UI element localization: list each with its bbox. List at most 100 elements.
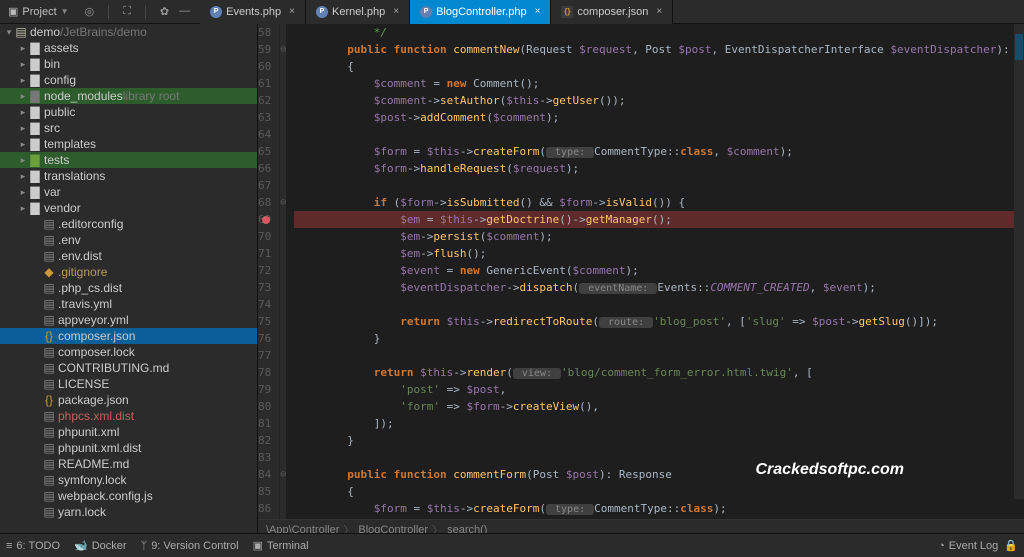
- tree-item--php_cs-dist[interactable]: ▤.php_cs.dist: [0, 280, 257, 296]
- code-line-71[interactable]: $em->flush();: [294, 245, 1024, 262]
- code-line-61[interactable]: $comment = new Comment();: [294, 75, 1024, 92]
- code-line-63[interactable]: $post->addComment($comment);: [294, 109, 1024, 126]
- tree-item-label: .env: [58, 232, 81, 248]
- vcs-toolwindow[interactable]: ᛘ9: Version Control: [141, 540, 239, 552]
- docker-toolwindow[interactable]: 🐋Docker: [74, 539, 127, 552]
- tree-item--editorconfig[interactable]: ▤.editorconfig: [0, 216, 257, 232]
- code-line-70[interactable]: $em->persist($comment);: [294, 228, 1024, 245]
- tree-item--travis-yml[interactable]: ▤.travis.yml: [0, 296, 257, 312]
- tab-kernel-php[interactable]: PKernel.php×: [306, 0, 410, 24]
- expand-arrow-icon[interactable]: ▸: [18, 40, 28, 56]
- expand-arrow-icon[interactable]: ▸: [18, 136, 28, 152]
- close-icon[interactable]: ×: [656, 6, 662, 17]
- expand-arrow-icon[interactable]: ▸: [18, 88, 28, 104]
- code-line-72[interactable]: $event = new GenericEvent($comment);: [294, 262, 1024, 279]
- code-line-68[interactable]: if ($form->isSubmitted() && $form->isVal…: [294, 194, 1024, 211]
- minimize-icon[interactable]: —: [179, 5, 190, 19]
- collapse-icon[interactable]: ⛶: [123, 5, 131, 19]
- code-area: 5859606162636465666768697071727374757677…: [258, 24, 1024, 519]
- tree-item--env[interactable]: ▤.env: [0, 232, 257, 248]
- tree-item-phpunit-xml[interactable]: ▤phpunit.xml: [0, 424, 257, 440]
- code-line-74[interactable]: [294, 296, 1024, 313]
- gear-icon[interactable]: ✿: [160, 5, 169, 19]
- tree-item-webpack-config-js[interactable]: ▤webpack.config.js: [0, 488, 257, 504]
- close-icon[interactable]: ×: [289, 6, 295, 17]
- tree-item-symfony-lock[interactable]: ▤symfony.lock: [0, 472, 257, 488]
- code-line-58[interactable]: */: [294, 24, 1024, 41]
- code-line-87[interactable]: [294, 517, 1024, 519]
- expand-arrow-icon[interactable]: ▸: [18, 56, 28, 72]
- code-line-84[interactable]: public function commentForm(Post $post):…: [294, 466, 1024, 483]
- tree-item-composer-lock[interactable]: ▤composer.lock: [0, 344, 257, 360]
- expand-arrow-icon[interactable]: ▸: [18, 152, 28, 168]
- code-line-66[interactable]: $form->handleRequest($request);: [294, 160, 1024, 177]
- code-line-69[interactable]: $em = $this->getDoctrine()->getManager()…: [294, 211, 1024, 228]
- tree-item-bin[interactable]: ▸▇bin: [0, 56, 257, 72]
- code-line-59[interactable]: public function commentNew(Request $requ…: [294, 41, 1024, 58]
- tree-item-demo[interactable]: ▾▤demo /JetBrains/demo: [0, 24, 257, 40]
- tree-item-appveyor-yml[interactable]: ▤appveyor.yml: [0, 312, 257, 328]
- code-line-64[interactable]: [294, 126, 1024, 143]
- event-log[interactable]: ◔Event Log: [938, 540, 998, 552]
- tree-item-vendor[interactable]: ▸▇vendor: [0, 200, 257, 216]
- code-line-73[interactable]: $eventDispatcher->dispatch( eventName: E…: [294, 279, 1024, 296]
- breakpoint-icon[interactable]: [262, 216, 270, 224]
- expand-arrow-icon[interactable]: ▾: [4, 24, 14, 40]
- tree-item-node_modules[interactable]: ▸▇node_modules library root: [0, 88, 257, 104]
- tree-item-config[interactable]: ▸▇config: [0, 72, 257, 88]
- tab-blogcontroller-php[interactable]: PBlogController.php×: [410, 0, 551, 24]
- code-line-77[interactable]: [294, 347, 1024, 364]
- branch-icon: ᛘ: [141, 540, 148, 552]
- line-gutter[interactable]: 5859606162636465666768697071727374757677…: [258, 24, 280, 519]
- tree-item-package-json[interactable]: {}package.json: [0, 392, 257, 408]
- terminal-toolwindow[interactable]: ▣Terminal: [253, 539, 309, 552]
- code-line-79[interactable]: 'post' => $post,: [294, 381, 1024, 398]
- tree-item-contributing-md[interactable]: ▤CONTRIBUTING.md: [0, 360, 257, 376]
- tree-item-composer-json[interactable]: {}composer.json: [0, 328, 257, 344]
- close-icon[interactable]: ×: [393, 6, 399, 17]
- tree-item-templates[interactable]: ▸▇templates: [0, 136, 257, 152]
- tree-item-yarn-lock[interactable]: ▤yarn.lock: [0, 504, 257, 520]
- lock-icon[interactable]: 🔒: [1004, 539, 1018, 552]
- code-line-83[interactable]: [294, 449, 1024, 466]
- code-line-86[interactable]: $form = $this->createForm( type: Comment…: [294, 500, 1024, 517]
- close-icon[interactable]: ×: [535, 6, 541, 17]
- expand-arrow-icon[interactable]: ▸: [18, 184, 28, 200]
- tree-item--gitignore[interactable]: ◆.gitignore: [0, 264, 257, 280]
- code-line-78[interactable]: return $this->render( view: 'blog/commen…: [294, 364, 1024, 381]
- code-line-81[interactable]: ]);: [294, 415, 1024, 432]
- tab-composer-json[interactable]: {}composer.json×: [551, 0, 673, 24]
- code-line-62[interactable]: $comment->setAuthor($this->getUser());: [294, 92, 1024, 109]
- tree-item-license[interactable]: ▤LICENSE: [0, 376, 257, 392]
- tree-item-public[interactable]: ▸▇public: [0, 104, 257, 120]
- expand-arrow-icon[interactable]: ▸: [18, 200, 28, 216]
- tree-item-phpunit-xml-dist[interactable]: ▤phpunit.xml.dist: [0, 440, 257, 456]
- code-line-76[interactable]: }: [294, 330, 1024, 347]
- code-line-65[interactable]: $form = $this->createForm( type: Comment…: [294, 143, 1024, 160]
- tree-item-src[interactable]: ▸▇src: [0, 120, 257, 136]
- code-line-85[interactable]: {: [294, 483, 1024, 500]
- tree-item-label: assets: [44, 40, 79, 56]
- expand-arrow-icon[interactable]: ▸: [18, 120, 28, 136]
- tree-item-assets[interactable]: ▸▇assets: [0, 40, 257, 56]
- tree-item-readme-md[interactable]: ▤README.md: [0, 456, 257, 472]
- todo-toolwindow[interactable]: ≡6: TODO: [6, 540, 60, 552]
- code-line-60[interactable]: {: [294, 58, 1024, 75]
- tab-events-php[interactable]: PEvents.php×: [200, 0, 306, 24]
- project-dropdown[interactable]: ▣ Project ▼: [0, 0, 77, 23]
- code-line-75[interactable]: return $this->redirectToRoute( route: 'b…: [294, 313, 1024, 330]
- code-line-82[interactable]: }: [294, 432, 1024, 449]
- tree-item-phpcs-xml-dist[interactable]: ▤phpcs.xml.dist: [0, 408, 257, 424]
- vertical-scrollbar[interactable]: [1014, 24, 1024, 499]
- expand-arrow-icon[interactable]: ▸: [18, 72, 28, 88]
- expand-arrow-icon[interactable]: ▸: [18, 104, 28, 120]
- expand-arrow-icon[interactable]: ▸: [18, 168, 28, 184]
- tree-item--env-dist[interactable]: ▤.env.dist: [0, 248, 257, 264]
- tree-item-tests[interactable]: ▸▇tests: [0, 152, 257, 168]
- code-line-80[interactable]: 'form' => $form->createView(),: [294, 398, 1024, 415]
- tree-item-translations[interactable]: ▸▇translations: [0, 168, 257, 184]
- code-line-67[interactable]: [294, 177, 1024, 194]
- tree-item-var[interactable]: ▸▇var: [0, 184, 257, 200]
- target-icon[interactable]: ◎: [85, 5, 95, 19]
- code-content[interactable]: */ public function commentNew(Request $r…: [286, 24, 1024, 519]
